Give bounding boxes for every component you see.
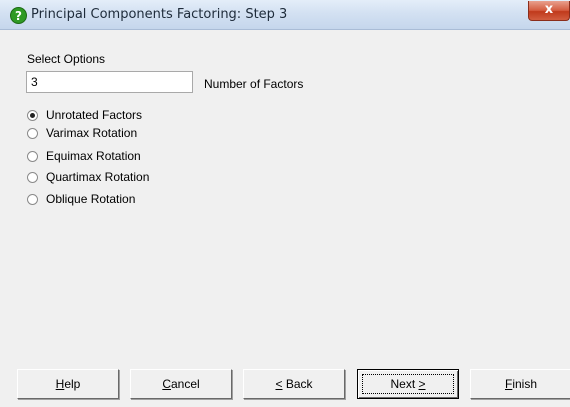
- radio-button-selected[interactable]: [27, 109, 38, 121]
- radio-label: Varimax Rotation: [46, 126, 138, 140]
- cancel-mnemonic: C: [162, 377, 171, 391]
- window-title: Principal Components Factoring: Step 3: [31, 7, 288, 22]
- help-button[interactable]: Help: [17, 369, 119, 399]
- radio-button[interactable]: [27, 150, 38, 162]
- cancel-button[interactable]: Cancel: [130, 369, 232, 399]
- select-options-label: Select Options: [27, 52, 106, 66]
- radio-oblique-rotation[interactable]: Oblique Rotation: [27, 190, 135, 208]
- close-button[interactable]: x: [528, 1, 570, 21]
- radio-unrotated-factors[interactable]: Unrotated Factors: [27, 106, 142, 124]
- finish-label: inish: [512, 377, 538, 391]
- help-label: elp: [64, 377, 81, 391]
- radio-button[interactable]: [27, 171, 38, 183]
- back-label: Back: [282, 377, 313, 391]
- title-bar[interactable]: ? Principal Components Factoring: Step 3…: [0, 0, 570, 30]
- back-button[interactable]: < Back: [243, 369, 345, 399]
- radio-quartimax-rotation[interactable]: Quartimax Rotation: [27, 168, 149, 186]
- next-mnemonic: >: [418, 377, 426, 391]
- close-icon: x: [544, 2, 554, 17]
- help-question-icon: ?: [10, 7, 27, 24]
- number-of-factors-label: Number of Factors: [204, 77, 304, 91]
- number-of-factors-input[interactable]: [26, 71, 193, 93]
- next-button[interactable]: Next >: [357, 369, 459, 399]
- radio-label: Equimax Rotation: [46, 149, 141, 163]
- radio-label: Unrotated Factors: [46, 108, 143, 122]
- radio-button[interactable]: [27, 193, 38, 205]
- back-mnemonic: <: [275, 377, 283, 391]
- radio-label: Quartimax Rotation: [46, 170, 150, 184]
- svg-text:?: ?: [15, 9, 22, 23]
- radio-equimax-rotation[interactable]: Equimax Rotation: [27, 147, 141, 165]
- radio-label: Oblique Rotation: [46, 192, 136, 206]
- finish-button[interactable]: Finish: [470, 369, 570, 399]
- radio-varimax-rotation[interactable]: Varimax Rotation: [27, 124, 137, 142]
- cancel-label: ancel: [170, 377, 200, 391]
- radio-button[interactable]: [27, 127, 38, 139]
- next-label: Next: [390, 377, 419, 391]
